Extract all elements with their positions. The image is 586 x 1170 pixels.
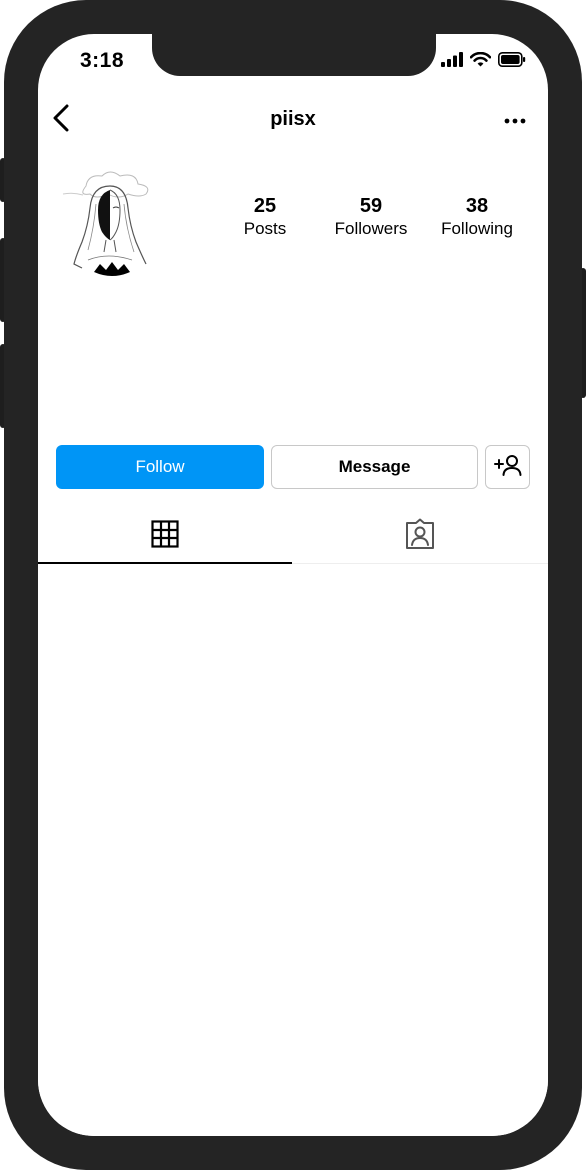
tab-posts-grid[interactable]: [38, 510, 292, 564]
status-time: 3:18: [80, 49, 125, 72]
profile-avatar[interactable]: [58, 164, 158, 280]
content-area: [38, 565, 548, 1136]
stat-posts-count: 25: [253, 195, 277, 217]
status-icons: [441, 51, 526, 72]
add-person-button[interactable]: [485, 445, 530, 489]
message-button[interactable]: Message: [271, 445, 478, 489]
phone-mockup: 3:18 piisx 25 Posts 59 Followers 38 Foll…: [0, 0, 586, 1170]
stat-following[interactable]: 38 Following: [427, 194, 527, 240]
grid-icon: [151, 519, 179, 553]
tagged-person-icon: [404, 518, 436, 555]
screen: 3:18 piisx 25 Posts 59 Followers 38 Foll…: [38, 34, 548, 1136]
stat-following-count: 38: [465, 195, 489, 217]
notch: [152, 34, 436, 76]
profile-username: piisx: [270, 108, 316, 130]
battery-icon: [498, 52, 526, 72]
signal-icon: [441, 52, 463, 72]
stat-followers-count: 59: [359, 195, 383, 217]
stat-followers-label: Followers: [334, 219, 408, 238]
stat-posts[interactable]: 25 Posts: [225, 194, 305, 240]
stat-posts-label: Posts: [243, 219, 287, 238]
stat-following-label: Following: [441, 219, 513, 238]
follow-button[interactable]: Follow: [56, 445, 264, 489]
stat-followers[interactable]: 59 Followers: [321, 194, 421, 240]
add-person-icon: [493, 454, 522, 481]
more-options-button[interactable]: [500, 106, 530, 134]
profile-header: piisx: [38, 100, 548, 140]
more-horizontal-icon: [504, 111, 526, 129]
wifi-icon: [469, 51, 492, 72]
tab-tagged[interactable]: [292, 510, 548, 564]
